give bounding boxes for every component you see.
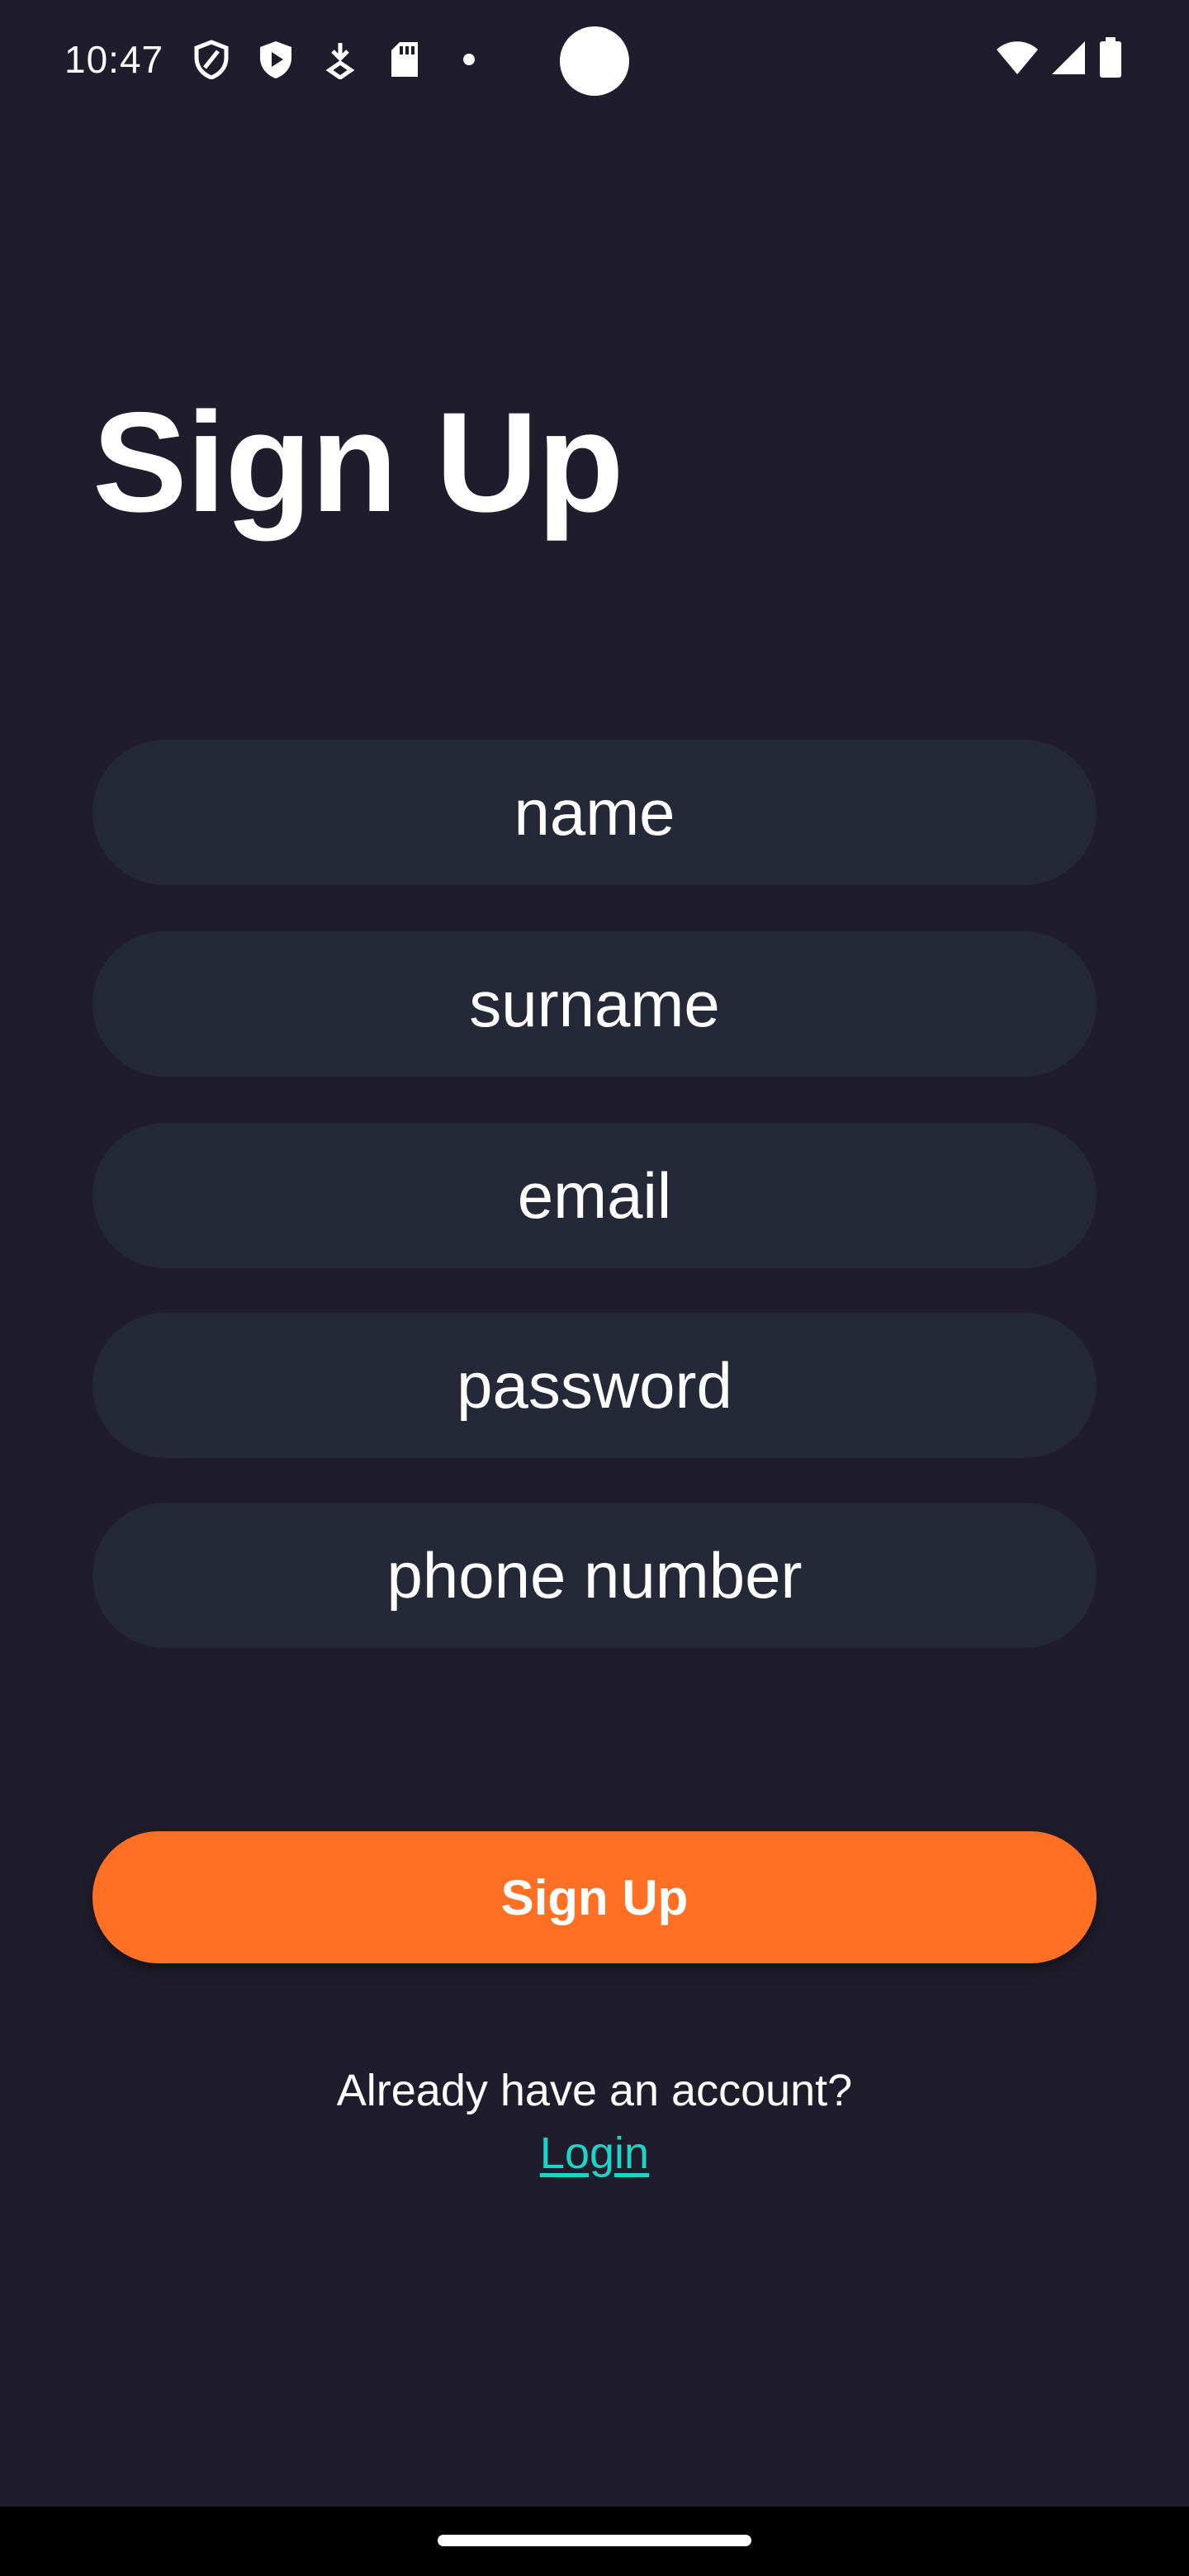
cellular-signal-icon: [1050, 40, 1087, 80]
sd-card-icon: [385, 40, 424, 79]
status-time: 10:47: [64, 38, 164, 81]
password-field[interactable]: [92, 1313, 1097, 1458]
login-link[interactable]: Login: [540, 2129, 649, 2178]
app-screen: 10:47 Sign Up name surname email phone n…: [0, 0, 1189, 2576]
sign-up-button[interactable]: Sign Up: [92, 1831, 1097, 1963]
camera-cutout: [560, 26, 629, 96]
navigation-bar: [0, 2507, 1189, 2576]
login-link-container: Login: [0, 2124, 1189, 2183]
account-prompt: Already have an account?: [336, 2066, 853, 2115]
download-icon: [320, 40, 360, 79]
page-title: Sign Up: [92, 383, 624, 542]
email-field[interactable]: [92, 1123, 1097, 1268]
phone-number-field[interactable]: [92, 1503, 1097, 1648]
name-field[interactable]: [92, 740, 1097, 885]
battery-icon: [1098, 36, 1123, 83]
surname-field[interactable]: [92, 931, 1097, 1077]
dot-icon: [449, 40, 489, 79]
name-input[interactable]: [92, 740, 1097, 885]
home-indicator[interactable]: [438, 2535, 751, 2546]
status-bar: 10:47: [0, 0, 1189, 119]
play-shield-icon: [256, 40, 296, 79]
shield-outline-icon: [192, 40, 231, 79]
phone-number-input[interactable]: [92, 1503, 1097, 1648]
surname-input[interactable]: [92, 931, 1097, 1077]
email-input[interactable]: [92, 1123, 1097, 1268]
status-icons-right: [996, 36, 1123, 83]
password-input[interactable]: [92, 1313, 1097, 1458]
wifi-icon: [996, 40, 1039, 80]
status-icons-left: [192, 36, 489, 83]
